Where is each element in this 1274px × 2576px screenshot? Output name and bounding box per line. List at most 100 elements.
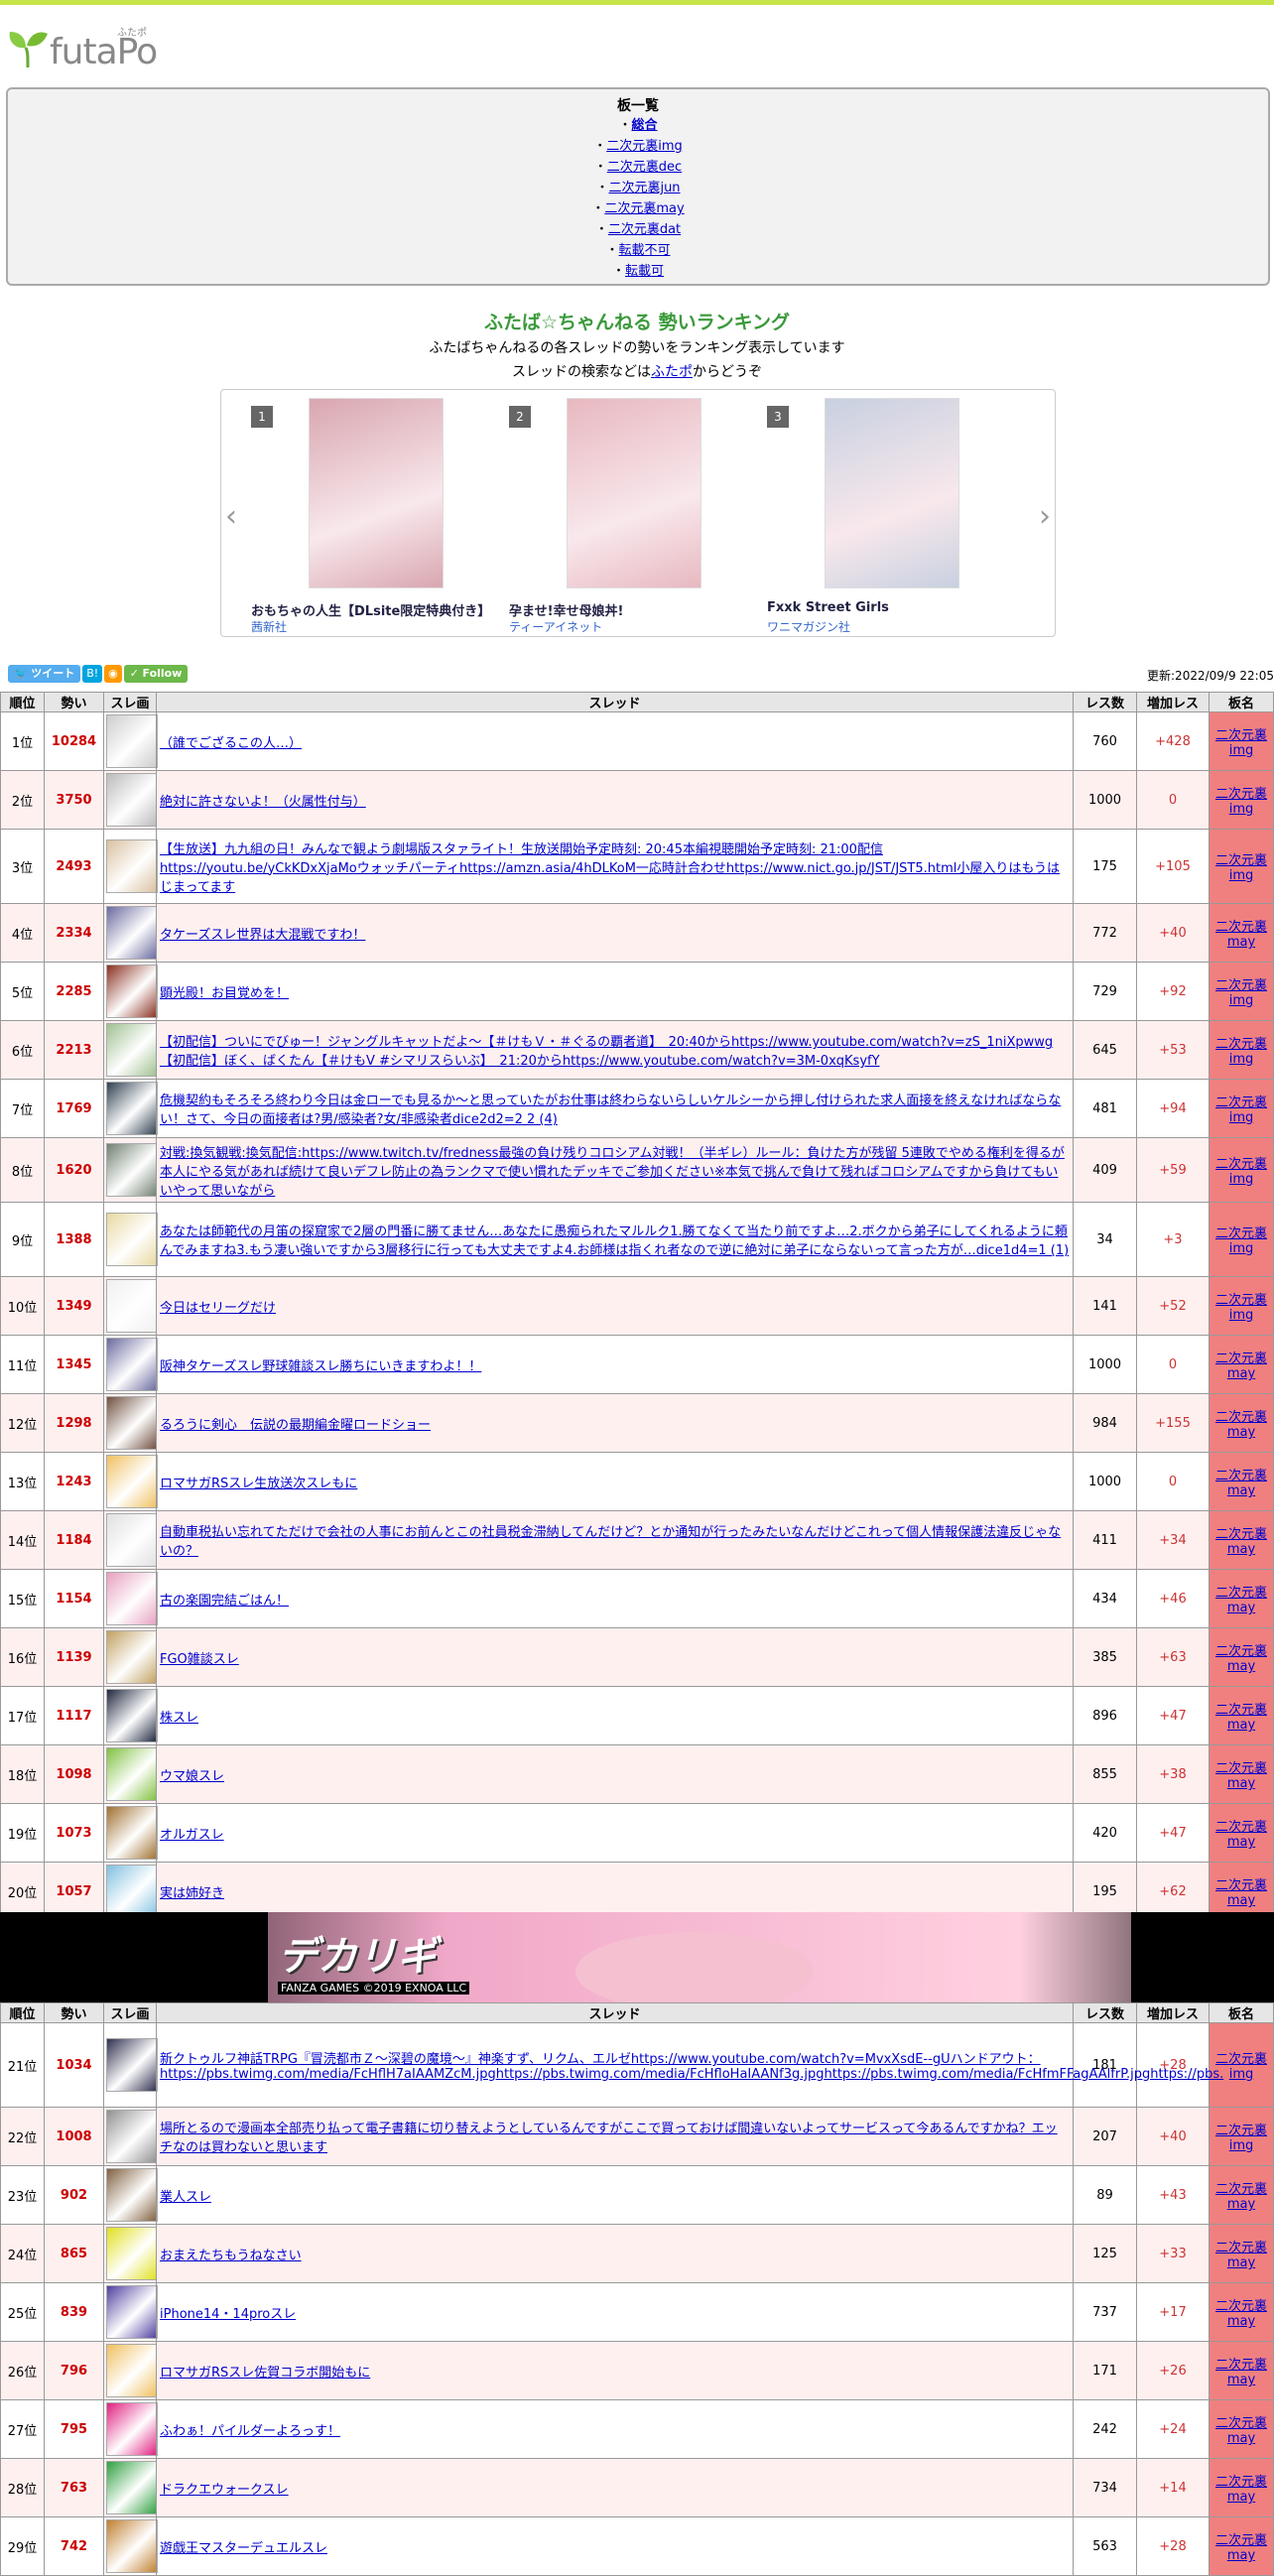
thread-thumbnail[interactable] [106, 1023, 158, 1077]
board-link[interactable]: 転載可 [625, 264, 664, 279]
board-link[interactable]: 転載不可 [619, 243, 671, 258]
thread-link[interactable]: ロマサガRSスレ佐賀コラボ開始もに [160, 2366, 370, 2381]
thread-thumbnail[interactable] [106, 965, 158, 1018]
board-name-link[interactable]: 二次元裏img [1215, 2124, 1267, 2153]
thread-thumbnail[interactable] [106, 2168, 158, 2222]
board-name-link[interactable]: 二次元裏img [1215, 1226, 1267, 1256]
thread-link[interactable]: ふわぁ！パイルダーよろっす！ [160, 2424, 340, 2439]
book-title[interactable]: 孕ませ!幸せ母娘丼! [509, 600, 623, 619]
rss-icon[interactable]: ◉ [104, 665, 122, 683]
thread-thumbnail[interactable] [106, 1572, 158, 1625]
thread-thumbnail[interactable] [106, 2402, 158, 2456]
thread-link[interactable]: オルガスレ [160, 1828, 224, 1843]
board-name-link[interactable]: 二次元裏img [1215, 787, 1267, 817]
thread-link[interactable]: あなたは師範代の月笛の探窟家で2層の門番に勝てません…あなたに愚痴られたマルルク… [160, 1224, 1069, 1258]
board-name-link[interactable]: 二次元裏may [1215, 2533, 1267, 2563]
thread-thumbnail[interactable] [106, 839, 158, 893]
thread-link[interactable]: ドラクエウォークスレ [160, 2483, 289, 2498]
thread-link[interactable]: 危機契約もそろそろ終わり今日は金ローでも見るか〜と思っていたがお仕事は終わらない… [160, 1094, 1061, 1127]
thread-thumbnail[interactable] [106, 2038, 158, 2092]
book-title[interactable]: おもちゃの人生【DLsite限定特典付き】 [251, 600, 490, 619]
board-name-link[interactable]: 二次元裏may [1215, 2241, 1267, 2270]
thread-link[interactable]: 阪神タケーズスレ野球雑談スレ勝ちにいきますわよ！！ [160, 1359, 481, 1374]
thread-thumbnail[interactable] [106, 1143, 158, 1197]
tweet-button[interactable]: 🐦 ツイート [8, 665, 81, 683]
thread-thumbnail[interactable] [106, 1630, 158, 1684]
thread-thumbnail[interactable] [106, 1689, 158, 1742]
board-name-link[interactable]: 二次元裏may [1215, 2416, 1267, 2446]
thread-link[interactable]: （誰でござるこの人…） [160, 736, 302, 751]
book-cover-image[interactable] [825, 398, 959, 588]
thread-thumbnail[interactable] [106, 2344, 158, 2397]
thread-link[interactable]: iPhone14・14proスレ [160, 2307, 296, 2322]
thread-thumbnail[interactable] [106, 1279, 158, 1333]
thread-link[interactable]: るろうに剣心 伝説の最期編金曜ロードショー [160, 1418, 431, 1433]
thread-thumbnail[interactable] [106, 2110, 158, 2163]
thread-link[interactable]: FGO雑談スレ [160, 1652, 239, 1667]
follow-button[interactable]: ✓ Follow [123, 665, 189, 683]
thread-thumbnail[interactable] [106, 1865, 158, 1918]
thread-link[interactable]: ウマ娘スレ [160, 1769, 224, 1784]
thread-thumbnail[interactable] [106, 773, 158, 827]
thread-thumbnail[interactable] [106, 1396, 158, 1450]
thread-thumbnail[interactable] [106, 1806, 158, 1860]
thread-link[interactable]: 実は姉好き [160, 1886, 224, 1901]
thread-thumbnail[interactable] [106, 2285, 158, 2339]
board-link[interactable]: 二次元裏dec [607, 160, 682, 175]
board-name-link[interactable]: 二次元裏may [1215, 1644, 1267, 1674]
board-name-link[interactable]: 二次元裏may [1215, 1761, 1267, 1791]
book-publisher[interactable]: 茜新社 [251, 618, 287, 635]
board-name-link[interactable]: 二次元裏img [1215, 1293, 1267, 1323]
ad-banner[interactable]: デカリギ FANZA GAMES ©2019 EXNOA LLC [0, 1912, 1274, 2002]
board-name-link[interactable]: 二次元裏may [1215, 1703, 1267, 1733]
board-name-link[interactable]: 二次元裏may [1215, 1820, 1267, 1850]
board-link[interactable]: 総合 [632, 118, 658, 133]
board-name-link[interactable]: 二次元裏may [1215, 2475, 1267, 2505]
book-publisher[interactable]: ワニマガジン社 [767, 618, 850, 635]
thread-thumbnail[interactable] [106, 2519, 158, 2573]
board-link[interactable]: 二次元裏jun [608, 181, 680, 195]
board-name-link[interactable]: 二次元裏img [1215, 1037, 1267, 1067]
thread-link[interactable]: 顕光殿！お目覚めを！ [160, 986, 289, 1001]
board-name-link[interactable]: 二次元裏img [1215, 978, 1267, 1008]
board-name-link[interactable]: 二次元裏may [1215, 2299, 1267, 2329]
thread-link[interactable]: 古の楽園完結ごはん！ [160, 1594, 289, 1609]
carousel-next-icon[interactable]: › [1039, 499, 1051, 534]
thread-link[interactable]: 絶対に許さないよ！（火属性付与） [160, 795, 366, 810]
book-cover-image[interactable] [309, 398, 444, 588]
thread-thumbnail[interactable] [106, 1455, 158, 1508]
thread-thumbnail[interactable] [106, 1213, 158, 1266]
thread-link[interactable]: 対戦:換気観戦:換気配信:https://www.twitch.tv/fredn… [160, 1146, 1065, 1199]
board-name-link[interactable]: 二次元裏may [1215, 920, 1267, 950]
site-logo[interactable]: futaPo ふたポ [6, 20, 165, 72]
book-publisher[interactable]: ティーアイネット [509, 618, 602, 635]
board-name-link[interactable]: 二次元裏img [1215, 728, 1267, 758]
thread-link[interactable]: 今日はセリーグだけ [160, 1301, 276, 1316]
thread-thumbnail[interactable] [106, 1513, 158, 1567]
thread-thumbnail[interactable] [106, 2227, 158, 2280]
board-name-link[interactable]: 二次元裏img [1215, 1095, 1267, 1125]
thread-link[interactable]: 場所とるので漫画本全部売り払って電子書籍に切り替えようとしているんですがここで買… [160, 2122, 1058, 2155]
thread-link[interactable]: 株スレ [160, 1711, 198, 1726]
hatena-bookmark-button[interactable]: B! [82, 665, 103, 683]
thread-link[interactable]: 遊戯王マスターデュエルスレ [160, 2541, 327, 2556]
thread-thumbnail[interactable] [106, 714, 158, 768]
thread-thumbnail[interactable] [106, 906, 158, 960]
board-name-link[interactable]: 二次元裏may [1215, 1586, 1267, 1615]
thread-link[interactable]: 【初配信】ついにでびゅー！ジャングルキャットだよ〜【＃けもＶ・＃ぐるの覇者道】 … [160, 1035, 1053, 1069]
thread-link[interactable]: 自動車税払い忘れてただけで会社の人事にお前んとこの社員税金滞納してんだけど？とか… [160, 1525, 1061, 1559]
thread-thumbnail[interactable] [106, 2461, 158, 2514]
board-link[interactable]: 二次元裏img [606, 139, 683, 154]
board-name-link[interactable]: 二次元裏may [1215, 2358, 1267, 2387]
carousel-prev-icon[interactable]: ‹ [225, 499, 237, 534]
thread-link[interactable]: 【生放送】九九組の日！みんなで観よう劇場版スタァライト！生放送開始予定時刻: 2… [160, 842, 1060, 895]
book-title[interactable]: Fxxk Street Girls [767, 600, 889, 615]
thread-thumbnail[interactable] [106, 1747, 158, 1801]
board-name-link[interactable]: 二次元裏may [1215, 1878, 1267, 1908]
board-link[interactable]: 二次元裏may [604, 201, 684, 216]
board-name-link[interactable]: 二次元裏may [1215, 1527, 1267, 1557]
thread-link[interactable]: 新クトゥルフ神話TRPG『冒涜都市Ｚ〜深碧の魔境〜』神楽すず、リクム、エルゼht… [160, 2052, 1223, 2082]
thread-link[interactable]: おまえたちもうねなさい [160, 2249, 302, 2263]
book-cover-image[interactable] [567, 398, 701, 588]
board-name-link[interactable]: 二次元裏may [1215, 1469, 1267, 1498]
